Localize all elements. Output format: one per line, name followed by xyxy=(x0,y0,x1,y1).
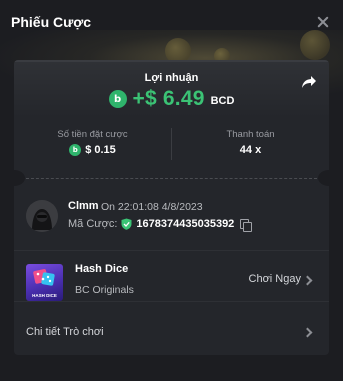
ticket-divider xyxy=(26,178,317,179)
profit-row: b +$ 6.49 BCD xyxy=(14,87,329,111)
bet-amount-value-row: b $ 0.15 xyxy=(14,144,171,156)
payout-stat: Thanh toán 44 x xyxy=(172,126,329,162)
chevron-right-icon xyxy=(302,327,313,338)
ticket-notch-right xyxy=(318,170,329,186)
payout-value: 44 x xyxy=(239,144,262,156)
game-row[interactable]: HASH DICE Hash Dice BC Originals Chơi Ng… xyxy=(14,250,329,302)
hooded-user-icon xyxy=(26,200,58,232)
bet-id-row: Mã Cược: 1678374435035392 xyxy=(68,218,253,232)
bet-amount-label: Số tiền đặt cược xyxy=(57,129,128,140)
username[interactable]: Clmm xyxy=(68,200,99,212)
game-name: Hash Dice xyxy=(75,263,129,275)
game-details-label: Chi tiết Trò chơi xyxy=(26,326,104,338)
profit-currency: BCD xyxy=(210,95,235,107)
bet-card: Lợi nhuận b +$ 6.49 BCD Số tiền đặt cược… xyxy=(14,60,329,355)
game-provider: BC Originals xyxy=(75,284,134,296)
bcd-coin-icon: b xyxy=(108,90,127,108)
bcd-coin-icon: b xyxy=(69,144,82,156)
game-thumbnail-label: HASH DICE xyxy=(32,293,57,298)
game-details-row[interactable]: Chi tiết Trò chơi xyxy=(14,313,329,351)
bet-id-label: Mã Cược: xyxy=(68,218,118,230)
bet-id-value: 1678374435035392 xyxy=(136,218,235,230)
chevron-right-icon xyxy=(302,275,313,286)
game-thumbnail: HASH DICE xyxy=(26,264,63,301)
bet-datetime: On 22:01:08 4/8/2023 xyxy=(101,201,203,213)
bet-info-row: Clmm On 22:01:08 4/8/2023 Mã Cược: 16783… xyxy=(26,198,317,238)
payout-label: Thanh toán xyxy=(226,129,275,140)
profit-amount: +$ 6.49 xyxy=(132,87,205,110)
verified-shield-icon xyxy=(121,218,132,230)
copy-icon[interactable] xyxy=(240,218,253,232)
ticket-notch-left xyxy=(14,170,25,186)
close-icon[interactable] xyxy=(315,14,331,30)
avatar[interactable] xyxy=(26,200,58,232)
profit-label: Lợi nhuận xyxy=(144,72,199,84)
modal-header: Phiếu Cược xyxy=(0,0,343,44)
modal-title: Phiếu Cược xyxy=(11,14,91,30)
bet-slip-modal: Phiếu Cược Lợi nhuận b +$ 6.49 BCD Số ti… xyxy=(0,0,343,381)
share-icon[interactable] xyxy=(301,75,317,89)
bet-amount-stat: Số tiền đặt cược b $ 0.15 xyxy=(14,126,171,162)
bet-amount-value: $ 0.15 xyxy=(85,144,116,156)
play-now-link[interactable]: Chơi Ngay xyxy=(249,273,301,285)
bet-stats: Số tiền đặt cược b $ 0.15 Thanh toán 44 … xyxy=(14,126,329,162)
